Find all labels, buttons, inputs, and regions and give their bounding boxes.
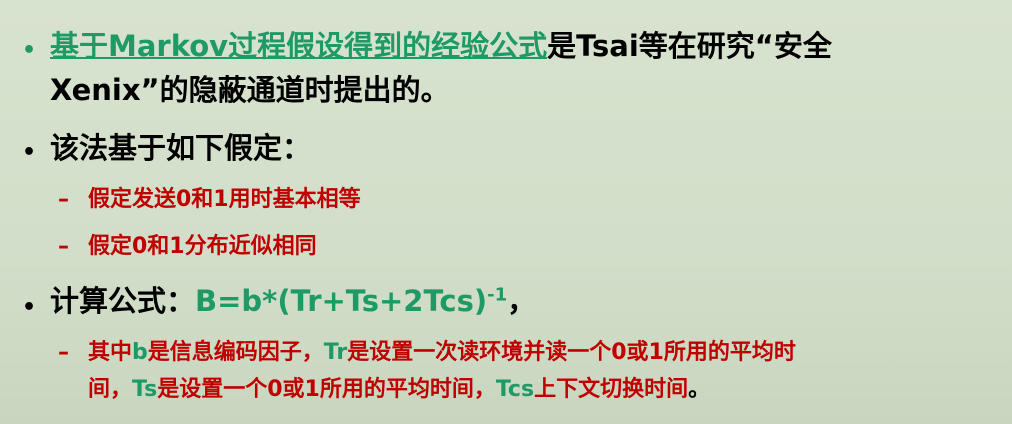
var-ts: Ts [132,377,158,402]
formula-exponent: -1 [487,284,508,306]
slide: • 基于Markov过程假设得到的经验公式是Tsai等在研究“安全 Xenix”… [0,0,1012,424]
dash-marker: – [58,340,69,365]
sub-item-3-line2: 间，Ts是设置一个0或1所用的平均时间，Tcs上下文切换时间。 [88,377,711,402]
bullet-dot: • [22,140,37,165]
dash-marker: – [58,234,69,259]
bullet-dot: • [22,38,37,63]
var-tr: Tr [323,340,348,365]
sub-item-2: 假定0和1分布近似相同 [88,234,317,259]
bullet1-line2: Xenix”的隐蔽通道时提出的。 [50,73,450,107]
sub-item-1: 假定发送0和1用时基本相等 [88,187,361,212]
dash-marker: – [58,187,69,212]
bullet1-line1: 基于Markov过程假设得到的经验公式是Tsai等在研究“安全 [50,28,832,64]
bullet3-line: 计算公式：B=b*(Tr+Ts+2Tcs)-1， [50,283,536,319]
bandwidth-formula: B=b*(Tr+Ts+2Tcs)-1 [195,284,508,318]
formula-trail: ， [507,284,537,318]
bullet1-text: 是Tsai等在研究“安全 [547,29,832,63]
markov-formula-link[interactable]: 基于Markov过程假设得到的经验公式 [50,29,547,63]
var-b: b [132,340,148,365]
formula-label: 计算公式： [50,284,196,318]
sub-item-3-line1: 其中b是信息编码因子，Tr是设置一次读环境并读一个0或1所用的平均时 [88,340,796,365]
var-tcs: Tcs [495,377,535,402]
bullet-dot: • [22,295,37,320]
bullet2-text: 该法基于如下假定： [50,131,312,165]
